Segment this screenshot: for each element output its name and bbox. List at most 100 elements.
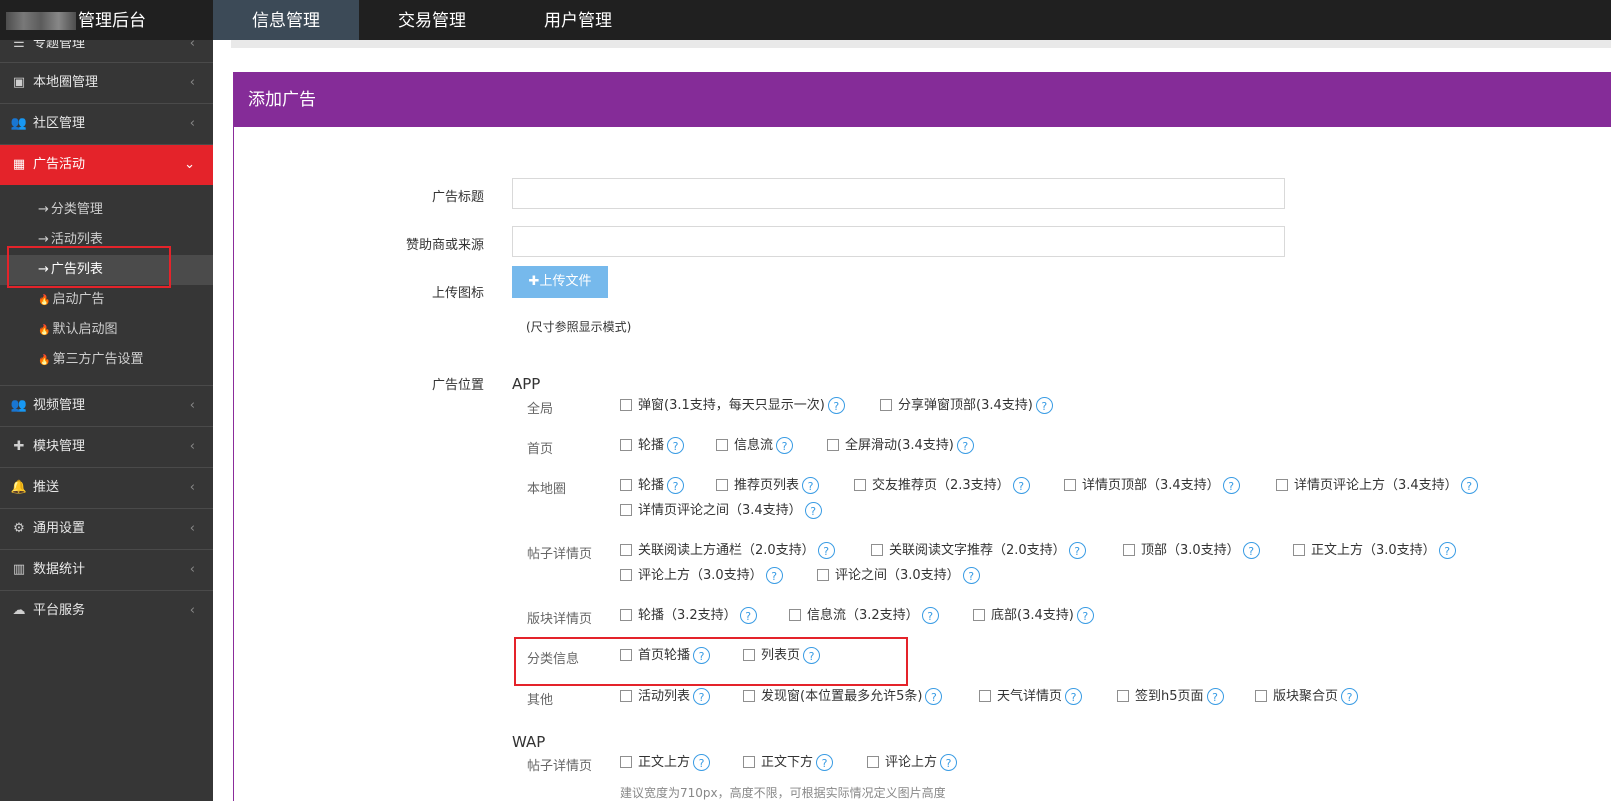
checkbox[interactable] xyxy=(620,609,632,621)
option-other-discover-window[interactable]: 发现窗(本位置最多允许5条)? xyxy=(743,687,943,707)
checkbox[interactable] xyxy=(743,690,755,702)
option-local-detail-above-comments[interactable]: 详情页评论上方（3.4支持）? xyxy=(1276,476,1478,496)
help-icon[interactable]: ? xyxy=(956,437,974,454)
checkbox[interactable] xyxy=(867,756,879,768)
option-board-bottom[interactable]: 底部(3.4支持)? xyxy=(973,606,1094,626)
checkbox[interactable] xyxy=(827,439,839,451)
option-local-friend-recommend[interactable]: 交友推荐页（2.3支持）? xyxy=(854,476,1030,496)
checkbox[interactable] xyxy=(743,756,755,768)
sidebar-item-modules[interactable]: ✚ 模块管理 ‹ xyxy=(0,427,213,468)
help-icon[interactable]: ? xyxy=(693,754,711,771)
checkbox[interactable] xyxy=(817,569,829,581)
sidebar-subitem-category-management[interactable]: → 分类管理 xyxy=(0,195,213,225)
checkbox[interactable] xyxy=(716,439,728,451)
sidebar-item-topics[interactable]: ☰ 专题管理 ‹ xyxy=(0,40,213,63)
option-post-above-comments[interactable]: 评论上方（3.0支持）? xyxy=(620,566,783,586)
upload-file-button[interactable]: ✚上传文件 xyxy=(512,266,608,298)
help-icon[interactable]: ? xyxy=(962,567,980,584)
checkbox[interactable] xyxy=(1123,544,1135,556)
help-icon[interactable]: ? xyxy=(802,477,820,494)
option-home-fullscreen[interactable]: 全屏滑动(3.4支持)? xyxy=(827,436,974,456)
option-other-activity-list[interactable]: 活动列表? xyxy=(620,687,711,707)
help-icon[interactable]: ? xyxy=(925,688,943,705)
help-icon[interactable]: ? xyxy=(827,397,845,414)
help-icon[interactable]: ? xyxy=(1065,688,1083,705)
nav-info-management[interactable]: 信息管理 xyxy=(213,0,359,40)
sidebar-item-platform-services[interactable]: ☁ 平台服务 ‹ xyxy=(0,591,213,631)
brand[interactable]: 管理后台 xyxy=(0,0,213,40)
help-icon[interactable]: ? xyxy=(739,607,757,624)
option-local-detail-top[interactable]: 详情页顶部（3.4支持）? xyxy=(1064,476,1240,496)
help-icon[interactable]: ? xyxy=(817,542,835,559)
checkbox[interactable] xyxy=(1255,690,1267,702)
option-board-carousel[interactable]: 轮播（3.2支持）? xyxy=(620,606,757,626)
option-post-top[interactable]: 顶部（3.0支持）? xyxy=(1123,541,1260,561)
sidebar-item-general-settings[interactable]: ⚙ 通用设置 ‹ xyxy=(0,509,213,550)
checkbox[interactable] xyxy=(716,479,728,491)
option-local-carousel[interactable]: 轮播? xyxy=(620,476,685,496)
help-icon[interactable]: ? xyxy=(1206,688,1224,705)
checkbox[interactable] xyxy=(854,479,866,491)
option-home-carousel[interactable]: 轮播? xyxy=(620,436,685,456)
sidebar-item-local-circle[interactable]: ▣ 本地圈管理 ‹ xyxy=(0,63,213,104)
help-icon[interactable]: ? xyxy=(1076,607,1094,624)
help-icon[interactable]: ? xyxy=(693,688,711,705)
option-wap-above-body[interactable]: 正文上方? xyxy=(620,753,711,773)
checkbox[interactable] xyxy=(1293,544,1305,556)
option-local-recommend-list[interactable]: 推荐页列表? xyxy=(716,476,820,496)
help-icon[interactable]: ? xyxy=(1460,477,1478,494)
checkbox[interactable] xyxy=(880,399,892,411)
nav-user-management[interactable]: 用户管理 xyxy=(505,0,651,40)
help-icon[interactable]: ? xyxy=(1222,477,1240,494)
sidebar-subitem-launch-ad[interactable]: 🔥 启动广告 xyxy=(0,285,213,315)
option-post-related-banner[interactable]: 关联阅读上方通栏（2.0支持）? xyxy=(620,541,835,561)
sidebar-item-ad-activities[interactable]: ▦ 广告活动 ⌄ xyxy=(0,145,213,185)
help-icon[interactable]: ? xyxy=(1035,397,1053,414)
help-icon[interactable]: ? xyxy=(804,502,822,519)
option-popup[interactable]: 弹窗(3.1支持，每天只显示一次)? xyxy=(620,396,845,416)
help-icon[interactable]: ? xyxy=(921,607,939,624)
checkbox[interactable] xyxy=(620,756,632,768)
help-icon[interactable]: ? xyxy=(1242,542,1260,559)
checkbox[interactable] xyxy=(1117,690,1129,702)
option-share-popup-top[interactable]: 分享弹窗顶部(3.4支持)? xyxy=(880,396,1053,416)
option-home-feed[interactable]: 信息流? xyxy=(716,436,794,456)
sidebar-item-community[interactable]: 👥 社区管理 ‹ xyxy=(0,104,213,145)
option-post-between-comments[interactable]: 评论之间（3.0支持）? xyxy=(817,566,980,586)
help-icon[interactable]: ? xyxy=(765,567,783,584)
checkbox[interactable] xyxy=(620,399,632,411)
checkbox[interactable] xyxy=(789,609,801,621)
help-icon[interactable]: ? xyxy=(667,437,685,454)
sidebar-subitem-third-party-ad-settings[interactable]: 🔥 第三方广告设置 xyxy=(0,345,213,375)
sponsor-input[interactable] xyxy=(512,226,1285,257)
help-icon[interactable]: ? xyxy=(816,754,834,771)
option-board-feed[interactable]: 信息流（3.2支持）? xyxy=(789,606,939,626)
help-icon[interactable]: ? xyxy=(776,437,794,454)
option-post-related-text[interactable]: 关联阅读文字推荐（2.0支持）? xyxy=(871,541,1086,561)
ad-title-input[interactable] xyxy=(512,178,1285,209)
help-icon[interactable]: ? xyxy=(1438,542,1456,559)
help-icon[interactable]: ? xyxy=(940,754,958,771)
sidebar-item-push[interactable]: 🔔 推送 ‹ xyxy=(0,468,213,509)
checkbox[interactable] xyxy=(979,690,991,702)
option-other-board-aggregate[interactable]: 版块聚合页? xyxy=(1255,687,1359,707)
checkbox[interactable] xyxy=(973,609,985,621)
sidebar-item-video[interactable]: 👥 视频管理 ‹ xyxy=(0,386,213,427)
option-wap-below-body[interactable]: 正文下方? xyxy=(743,753,834,773)
checkbox[interactable] xyxy=(1064,479,1076,491)
option-wap-above-comments[interactable]: 评论上方? xyxy=(867,753,958,773)
help-icon[interactable]: ? xyxy=(667,477,685,494)
checkbox[interactable] xyxy=(620,504,632,516)
sidebar-subitem-default-launch-image[interactable]: 🔥 默认启动图 xyxy=(0,315,213,345)
checkbox[interactable] xyxy=(871,544,883,556)
option-other-checkin-h5[interactable]: 签到h5页面? xyxy=(1117,687,1224,707)
help-icon[interactable]: ? xyxy=(1068,542,1086,559)
help-icon[interactable]: ? xyxy=(1012,477,1030,494)
nav-trade-management[interactable]: 交易管理 xyxy=(359,0,505,40)
checkbox[interactable] xyxy=(620,439,632,451)
sidebar-item-statistics[interactable]: ▥ 数据统计 ‹ xyxy=(0,550,213,591)
checkbox[interactable] xyxy=(620,544,632,556)
option-post-above-body[interactable]: 正文上方（3.0支持）? xyxy=(1293,541,1456,561)
help-icon[interactable]: ? xyxy=(1341,688,1359,705)
checkbox[interactable] xyxy=(620,569,632,581)
